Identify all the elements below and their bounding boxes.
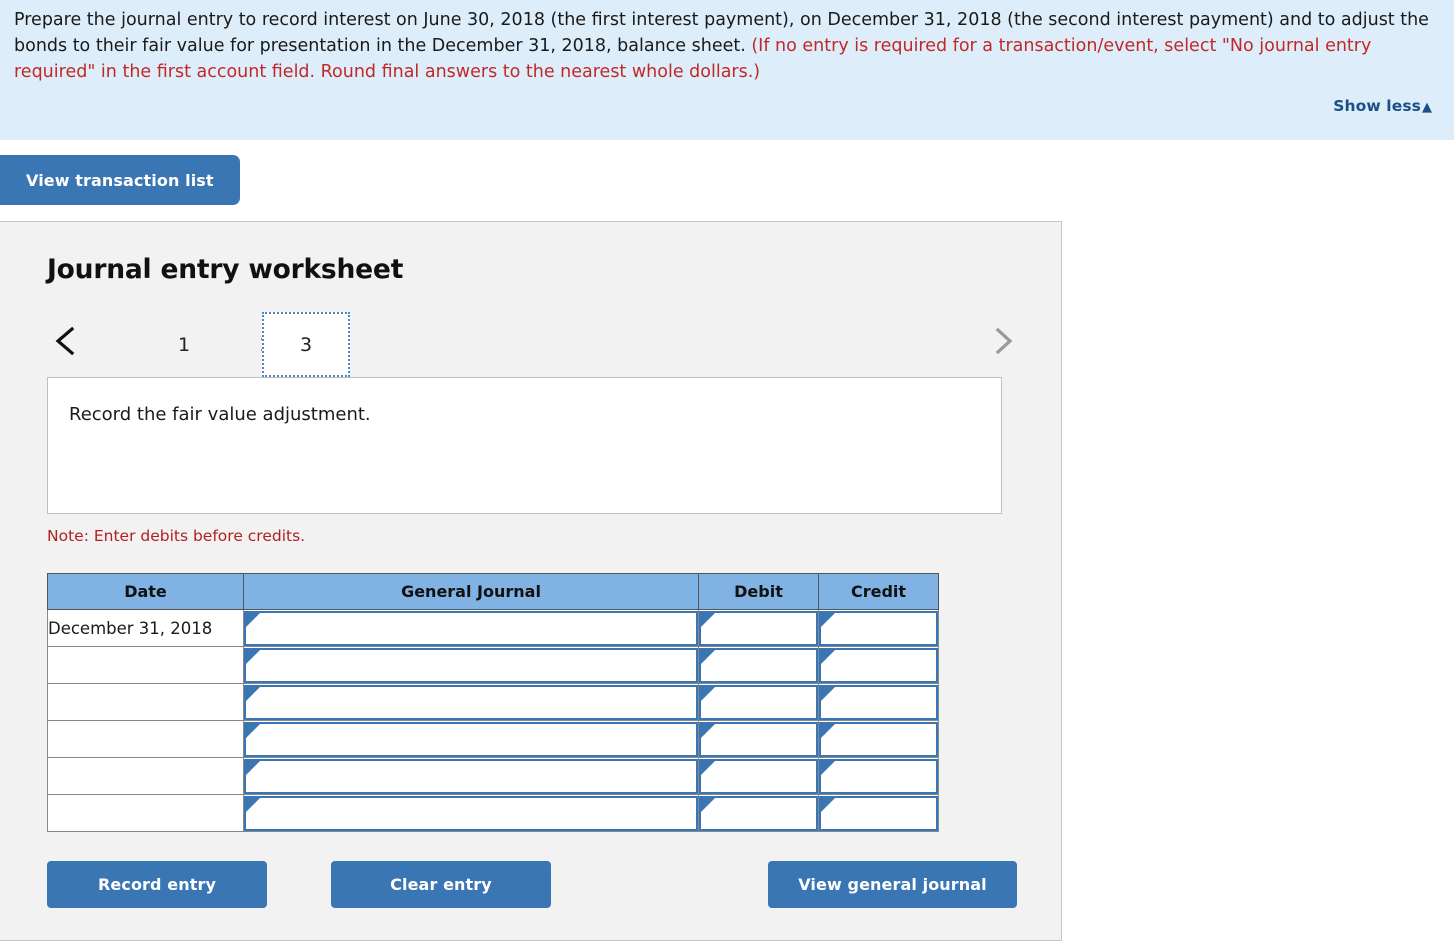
table-row bbox=[47, 683, 939, 721]
credit-cell bbox=[818, 794, 939, 832]
table-row: December 31, 2018 bbox=[47, 609, 939, 647]
general-journal-input[interactable] bbox=[244, 795, 698, 831]
dropdown-marker-icon bbox=[246, 797, 260, 812]
credit-input[interactable] bbox=[819, 684, 938, 720]
worksheet-actions: Record entry Clear entry View general jo… bbox=[47, 861, 1022, 911]
debit-input[interactable] bbox=[699, 758, 818, 794]
general-journal-cell bbox=[243, 646, 699, 684]
date-cell[interactable] bbox=[47, 683, 244, 721]
dropdown-marker-icon bbox=[246, 686, 260, 701]
general-journal-cell bbox=[243, 757, 699, 795]
column-header-date: Date bbox=[47, 573, 244, 610]
dropdown-marker-icon bbox=[821, 723, 835, 738]
instruction-banner: Prepare the journal entry to record inte… bbox=[0, 0, 1454, 140]
debit-input[interactable] bbox=[699, 795, 818, 831]
credit-input[interactable] bbox=[819, 647, 938, 683]
debit-cell bbox=[698, 720, 819, 758]
dropdown-marker-icon bbox=[701, 649, 715, 664]
date-cell[interactable] bbox=[47, 757, 244, 795]
table-row bbox=[47, 757, 939, 795]
table-row bbox=[47, 794, 939, 832]
general-journal-input[interactable] bbox=[244, 684, 698, 720]
date-cell[interactable]: December 31, 2018 bbox=[47, 609, 244, 647]
transaction-description-box: Record the fair value adjustment. bbox=[47, 377, 1002, 514]
table-row bbox=[47, 646, 939, 684]
journal-entry-worksheet-panel: Journal entry worksheet 1 2 3 Record the… bbox=[0, 221, 1062, 941]
show-less-label: Show less bbox=[1333, 97, 1421, 115]
general-journal-cell bbox=[243, 794, 699, 832]
dropdown-marker-icon bbox=[821, 649, 835, 664]
table-row bbox=[47, 720, 939, 758]
column-header-general-journal: General Journal bbox=[243, 573, 699, 610]
dropdown-marker-icon bbox=[821, 760, 835, 775]
dropdown-marker-icon bbox=[701, 612, 715, 627]
debit-input[interactable] bbox=[699, 684, 818, 720]
debit-input[interactable] bbox=[699, 647, 818, 683]
show-less-toggle[interactable]: Show less ▲ bbox=[1333, 97, 1432, 115]
transaction-description-text: Record the fair value adjustment. bbox=[69, 404, 371, 425]
caret-up-icon: ▲ bbox=[1422, 99, 1432, 115]
dropdown-marker-icon bbox=[246, 723, 260, 738]
debit-cell bbox=[698, 757, 819, 795]
dropdown-marker-icon bbox=[821, 686, 835, 701]
dropdown-marker-icon bbox=[701, 760, 715, 775]
general-journal-input[interactable] bbox=[244, 758, 698, 794]
credit-cell bbox=[818, 609, 939, 647]
dropdown-marker-icon bbox=[821, 612, 835, 627]
date-cell[interactable] bbox=[47, 794, 244, 832]
worksheet-pager: 1 2 3 bbox=[40, 312, 1020, 377]
debit-input[interactable] bbox=[699, 610, 818, 646]
general-journal-input[interactable] bbox=[244, 610, 698, 646]
clear-entry-button[interactable]: Clear entry bbox=[331, 861, 551, 908]
record-entry-button[interactable]: Record entry bbox=[47, 861, 267, 908]
debit-cell bbox=[698, 609, 819, 647]
debit-cell bbox=[698, 646, 819, 684]
dropdown-marker-icon bbox=[246, 649, 260, 664]
credit-cell bbox=[818, 683, 939, 721]
credit-input[interactable] bbox=[819, 795, 938, 831]
view-transaction-list-button[interactable]: View transaction list bbox=[0, 155, 240, 205]
credit-input[interactable] bbox=[819, 610, 938, 646]
chevron-left-icon[interactable] bbox=[48, 320, 84, 362]
credit-input[interactable] bbox=[819, 721, 938, 757]
pager-page-1[interactable]: 1 bbox=[140, 312, 228, 377]
date-cell[interactable] bbox=[47, 646, 244, 684]
instruction-text: Prepare the journal entry to record inte… bbox=[14, 7, 1440, 85]
dropdown-marker-icon bbox=[701, 723, 715, 738]
debits-before-credits-note: Note: Enter debits before credits. bbox=[47, 527, 306, 545]
dropdown-marker-icon bbox=[821, 797, 835, 812]
column-header-credit: Credit bbox=[818, 573, 939, 610]
general-journal-cell bbox=[243, 609, 699, 647]
table-header-row: Date General Journal Debit Credit bbox=[47, 573, 939, 610]
pager-page-3[interactable]: 3 bbox=[262, 312, 350, 377]
general-journal-input[interactable] bbox=[244, 721, 698, 757]
column-header-debit: Debit bbox=[698, 573, 819, 610]
page-title: Journal entry worksheet bbox=[47, 254, 404, 285]
credit-cell bbox=[818, 757, 939, 795]
debit-cell bbox=[698, 683, 819, 721]
credit-cell bbox=[818, 646, 939, 684]
credit-cell bbox=[818, 720, 939, 758]
general-journal-cell bbox=[243, 720, 699, 758]
dropdown-marker-icon bbox=[701, 797, 715, 812]
general-journal-input[interactable] bbox=[244, 647, 698, 683]
dropdown-marker-icon bbox=[246, 760, 260, 775]
debit-cell bbox=[698, 794, 819, 832]
dropdown-marker-icon bbox=[701, 686, 715, 701]
date-cell[interactable] bbox=[47, 720, 244, 758]
journal-entry-table: Date General Journal Debit Credit Decemb… bbox=[47, 573, 939, 832]
chevron-right-icon[interactable] bbox=[985, 320, 1021, 362]
view-general-journal-button[interactable]: View general journal bbox=[768, 861, 1017, 908]
debit-input[interactable] bbox=[699, 721, 818, 757]
dropdown-marker-icon bbox=[246, 612, 260, 627]
credit-input[interactable] bbox=[819, 758, 938, 794]
general-journal-cell bbox=[243, 683, 699, 721]
